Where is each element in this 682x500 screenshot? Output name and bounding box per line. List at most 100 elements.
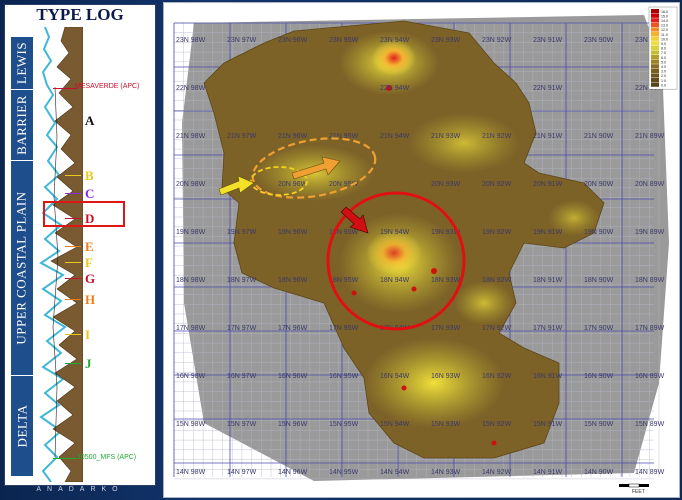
township-label: 14N 92W — [482, 469, 512, 476]
legend-value: 1.0 — [661, 79, 666, 83]
township-label: 14N 98W — [176, 469, 206, 476]
mesaverde-marker-line — [53, 88, 77, 89]
isopach-map: 23N 98W 23N 97W 23N 96W 23N 95W 23N 94W 23N 9… — [173, 6, 678, 481]
township-label: 21N 89W — [635, 133, 665, 140]
township-label: 20N 91W — [533, 181, 563, 188]
township-label: 14N 91W — [533, 469, 563, 476]
township-label: 18N 90W — [584, 277, 614, 284]
township-label: 23N 94W — [380, 37, 410, 44]
township-label: 21N 96W — [278, 133, 308, 140]
legend-value: 0.0 — [661, 83, 666, 87]
map-panel: 23N 98W 23N 97W 23N 96W 23N 95W 23N 94W 23N 9… — [163, 2, 680, 498]
marker-h: H — [85, 292, 96, 307]
township-label: 22N 98W — [176, 85, 206, 92]
township-label: 18N 93W — [431, 277, 461, 284]
zone-label-delta: DELTA — [14, 404, 29, 448]
legend-swatch — [651, 18, 659, 23]
legend-swatch — [651, 27, 659, 32]
township-label: 20N 96W — [278, 181, 308, 188]
legend-value: 3.0 — [661, 70, 666, 74]
legend-swatch — [651, 82, 659, 87]
mfs-label: 10500_MFS (APC) — [77, 454, 137, 461]
legend-value: 15.0 — [661, 14, 668, 18]
township-label: 17N 95W — [329, 325, 359, 332]
legend-value: 10.0 — [661, 37, 668, 41]
legend-value: 14.0 — [661, 19, 668, 23]
township-label: 15N 98W — [176, 421, 206, 428]
legend-value: 12.0 — [661, 28, 668, 32]
township-label: 18N 98W — [176, 277, 206, 284]
township-label: 17N 96W — [278, 325, 308, 332]
zone-label-lewis: LEWIS — [14, 41, 29, 85]
marker-c: C — [85, 186, 95, 201]
township-label: 18N 95W — [329, 277, 359, 284]
township-label: 14N 89W — [635, 469, 665, 476]
township-label: 19N 92W — [482, 229, 512, 236]
township-label: 19N 98W — [176, 229, 206, 236]
township-label: 18N 94W — [380, 277, 410, 284]
legend-swatch — [651, 32, 659, 37]
legend-swatch — [651, 9, 659, 14]
township-label: 17N 89W — [635, 325, 665, 332]
legend-value: 6.0 — [661, 56, 666, 60]
township-label: 20N 90W — [584, 181, 614, 188]
township-label: 23N 90W — [584, 37, 614, 44]
brand-footer: ANADARKO — [36, 486, 124, 493]
township-label: 21N 93W — [431, 133, 461, 140]
township-label: 16N 89W — [635, 373, 665, 380]
township-label: 18N 89W — [635, 277, 665, 284]
type-log-title: TYPE LOG — [36, 5, 124, 24]
legend-value: 7.0 — [661, 51, 666, 55]
legend-swatch — [651, 73, 659, 78]
township-label: 17N 91W — [533, 325, 563, 332]
township-label: 16N 96W — [278, 373, 308, 380]
township-label: 21N 91W — [533, 133, 563, 140]
township-label: 17N 97W — [227, 325, 257, 332]
township-label: 22N 91W — [533, 85, 563, 92]
legend-swatch — [651, 55, 659, 60]
township-label: 15N 90W — [584, 421, 614, 428]
township-label: 14N 90W — [584, 469, 614, 476]
township-label: 19N 94W — [380, 229, 410, 236]
township-label: 17N 93W — [431, 325, 461, 332]
legend-value: 13.0 — [661, 24, 668, 28]
legend-swatch — [651, 36, 659, 41]
township-label: 16N 92W — [482, 373, 512, 380]
legend-value: 2.0 — [661, 74, 666, 78]
township-label: 23N 95W — [329, 37, 359, 44]
township-label: 16N 95W — [329, 373, 359, 380]
township-label: 21N 90W — [584, 133, 614, 140]
township-label: 20N 93W — [431, 181, 461, 188]
township-label: 15N 97W — [227, 421, 257, 428]
township-label: 16N 91W — [533, 373, 563, 380]
marker-b: B — [85, 168, 94, 183]
legend-swatch — [651, 41, 659, 46]
marker-g: G — [85, 271, 96, 286]
township-label: 14N 94W — [380, 469, 410, 476]
township-label: 23N 98W — [176, 37, 206, 44]
township-label: 17N 92W — [482, 325, 512, 332]
township-label: 23N 93W — [431, 37, 461, 44]
township-label: 18N 91W — [533, 277, 563, 284]
legend-value: 11.0 — [661, 33, 668, 37]
township-label: 23N 91W — [533, 37, 563, 44]
township-label: 15N 93W — [431, 421, 461, 428]
township-label: 16N 97W — [227, 373, 257, 380]
marker-a: A — [85, 113, 95, 128]
highlighted-marker-box — [43, 201, 125, 227]
township-label: 17N 90W — [584, 325, 614, 332]
legend-swatch — [651, 45, 659, 50]
legend-swatch — [651, 64, 659, 69]
township-label: 21N 98W — [176, 133, 206, 140]
township-label: 19N 97W — [227, 229, 257, 236]
mesaverde-label: MESAVERDE (APC) — [75, 83, 140, 90]
township-label: 16N 90W — [584, 373, 614, 380]
township-label: 14N 93W — [431, 469, 461, 476]
type-log-panel: TYPE LOG LEWIS BARRIER UPPER COASTAL PLA… — [4, 4, 156, 486]
legend-swatch — [651, 68, 659, 73]
township-label: 22N 94W — [380, 85, 410, 92]
legend-value: 5.0 — [661, 60, 666, 64]
township-label: 18N 96W — [278, 277, 308, 284]
legend-value: 8.0 — [661, 47, 666, 51]
township-label: 16N 98W — [176, 373, 206, 380]
